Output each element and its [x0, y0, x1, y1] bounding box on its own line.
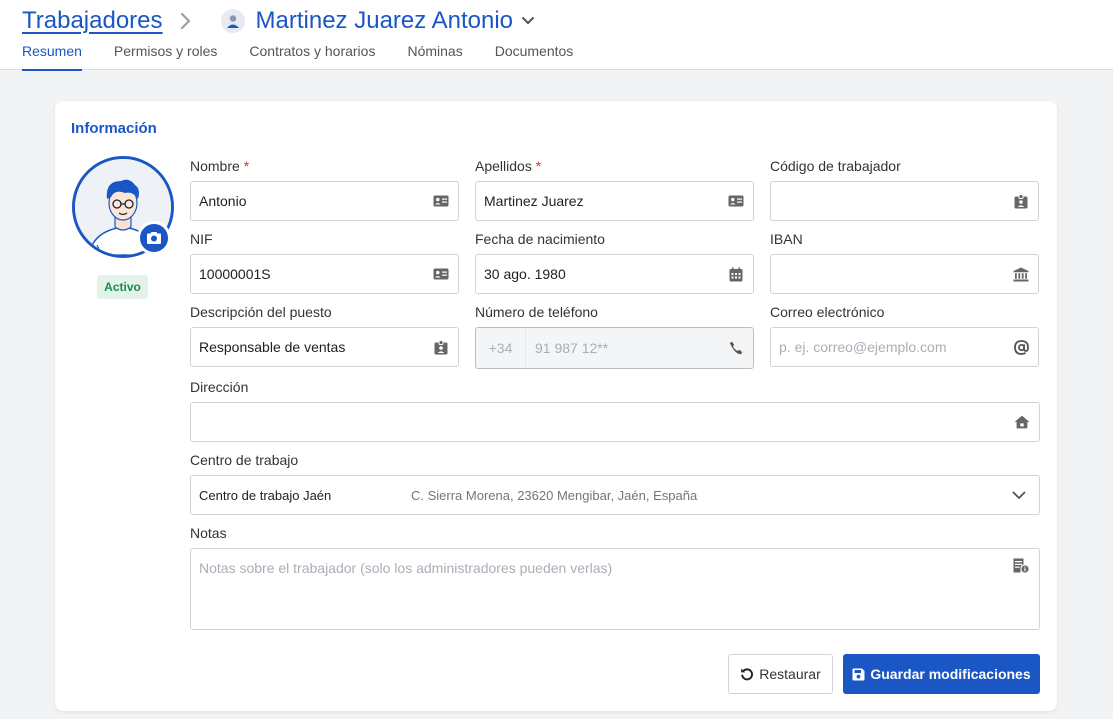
worker-avatar-icon [220, 9, 245, 33]
change-photo-button[interactable] [137, 221, 171, 255]
codigo-label: Código de trabajador [770, 158, 901, 174]
apellidos-field[interactable]: Martinez Juarez [475, 181, 754, 221]
nif-field[interactable]: 10000001S [190, 254, 459, 294]
bank-icon [1004, 267, 1038, 282]
centro-name: Centro de trabajo Jaén [199, 487, 332, 503]
undo-icon [741, 668, 754, 681]
puesto-label: Descripción del puesto [190, 304, 332, 320]
at-icon [1004, 339, 1038, 355]
save-changes-button[interactable]: Guardar modificaciones [843, 654, 1040, 694]
id-card-icon [424, 195, 458, 207]
direccion-label: Dirección [190, 379, 249, 395]
telefono-label: Número de teléfono [475, 304, 598, 320]
notas-textarea[interactable]: Notas sobre el trabajador (solo los admi… [190, 548, 1040, 630]
restore-button[interactable]: Restaurar [728, 654, 833, 694]
centro-de-trabajo-select[interactable]: Centro de trabajo Jaén C. Sierra Morena,… [190, 475, 1040, 515]
breadcrumb: Trabajadores Martinez Juarez Antonio [22, 6, 535, 36]
top-bar: Trabajadores Martinez Juarez Antonio Res… [0, 0, 1113, 71]
codigo-field[interactable] [770, 181, 1039, 221]
phone-icon [719, 341, 753, 355]
nombre-label: Nombre * [190, 158, 250, 174]
breadcrumb-current-worker[interactable]: Martinez Juarez Antonio [256, 7, 513, 35]
tab-permisos-y-roles[interactable]: Permisos y roles [114, 41, 217, 70]
camera-icon [147, 232, 161, 244]
telefono-field[interactable]: +34 91 987 12** [475, 327, 754, 369]
iban-field[interactable] [770, 254, 1039, 294]
profile-photo [72, 156, 174, 258]
chevron-down-icon [999, 491, 1039, 500]
status-badge: Activo [97, 275, 148, 299]
apellidos-label: Apellidos * [475, 158, 542, 174]
home-icon [1005, 415, 1039, 429]
centro-address: C. Sierra Morena, 23620 Mengibar, Jaén, … [411, 487, 698, 503]
tab-documentos[interactable]: Documentos [495, 41, 574, 70]
fecha-label: Fecha de nacimiento [475, 231, 605, 247]
information-card: Información Activo Nombre * Antonio Apel… [55, 101, 1057, 711]
correo-label: Correo electrónico [770, 304, 885, 320]
card-title: Información [71, 120, 157, 137]
tab-resumen[interactable]: Resumen [22, 41, 82, 71]
badge-icon [1004, 193, 1038, 209]
nombre-field[interactable]: Antonio [190, 181, 459, 221]
iban-label: IBAN [770, 231, 803, 247]
save-icon [852, 668, 865, 680]
fecha-nacimiento-field[interactable]: 30 ago. 1980 [475, 254, 754, 294]
calendar-icon [719, 267, 753, 282]
centro-label: Centro de trabajo [190, 452, 299, 468]
breadcrumb-root-link[interactable]: Trabajadores [22, 7, 163, 35]
tab-contratos-y-horarios[interactable]: Contratos y horarios [249, 41, 375, 70]
id-card-icon [424, 268, 458, 280]
chevron-down-icon[interactable] [521, 16, 535, 26]
direccion-field[interactable] [190, 402, 1040, 442]
badge-icon [424, 339, 458, 355]
correo-field[interactable]: p. ej. correo@ejemplo.com [770, 327, 1039, 367]
note-info-icon [1013, 558, 1029, 576]
puesto-field[interactable]: Responsable de ventas [190, 327, 459, 367]
id-card-icon [719, 195, 753, 207]
phone-number-placeholder: 91 987 12** [535, 340, 609, 356]
tab-bar: Resumen Permisos y roles Contratos y hor… [22, 41, 605, 71]
phone-prefix[interactable]: +34 [476, 328, 526, 368]
tab-nominas[interactable]: Nóminas [407, 41, 462, 70]
notas-label: Notas [190, 525, 227, 541]
nif-label: NIF [190, 231, 213, 247]
chevron-right-icon [179, 12, 191, 30]
